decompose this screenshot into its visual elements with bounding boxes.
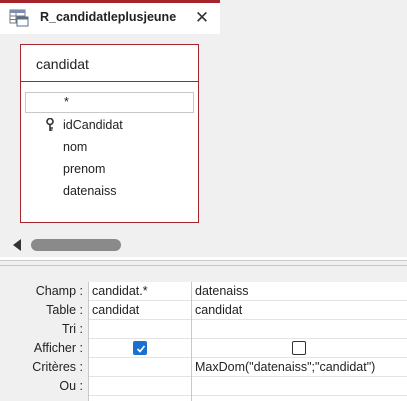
cell-criteres[interactable]: MaxDom("datenaiss";"candidat") bbox=[192, 358, 407, 377]
show-checkbox-unchecked[interactable] bbox=[292, 341, 306, 355]
row-label-champ: Champ : bbox=[35, 284, 83, 298]
field-nom[interactable]: nom bbox=[25, 137, 194, 158]
cell-tri[interactable] bbox=[89, 320, 191, 339]
query-grid: Champ : Table : Tri : Afficher : Critère… bbox=[0, 266, 407, 401]
primary-key-icon bbox=[45, 117, 55, 132]
cell-afficher bbox=[89, 339, 191, 358]
row-label-ou: Ou : bbox=[59, 379, 83, 393]
field-label: nom bbox=[63, 140, 88, 154]
row-label-criteres: Critères : bbox=[32, 360, 83, 374]
tab-query[interactable]: R_candidatleplusjeune ✕ bbox=[0, 0, 220, 34]
query-design-area: candidat * idCandidat nom prenom datenai… bbox=[0, 34, 407, 233]
cell-table[interactable]: candidat bbox=[89, 301, 191, 320]
cell-champ[interactable]: datenaiss bbox=[192, 282, 407, 301]
table-name: candidat bbox=[36, 56, 89, 72]
grid-row-labels: Champ : Table : Tri : Afficher : Critère… bbox=[0, 282, 88, 396]
cell-criteres[interactable] bbox=[89, 358, 191, 377]
field-label: idCandidat bbox=[63, 118, 123, 132]
field-all-columns[interactable]: * bbox=[25, 92, 194, 113]
field-idcandidat[interactable]: idCandidat bbox=[25, 115, 194, 136]
grid-column-1: candidat.* candidat bbox=[88, 282, 191, 401]
field-prenom[interactable]: prenom bbox=[25, 159, 194, 180]
field-label: prenom bbox=[63, 162, 106, 176]
row-label-afficher: Afficher : bbox=[33, 341, 83, 355]
cell-champ[interactable]: candidat.* bbox=[89, 282, 191, 301]
tab-title: R_candidatleplusjeune bbox=[40, 10, 177, 24]
cell-ou[interactable] bbox=[192, 377, 407, 396]
field-datenaiss[interactable]: datenaiss bbox=[25, 181, 194, 202]
cell-ou[interactable] bbox=[89, 377, 191, 396]
row-label-tri: Tri : bbox=[61, 322, 83, 336]
tab-strip: R_candidatleplusjeune ✕ bbox=[0, 0, 407, 34]
close-icon[interactable]: ✕ bbox=[190, 6, 214, 30]
horizontal-scrollbar[interactable] bbox=[0, 233, 407, 257]
scroll-left-arrow-icon[interactable] bbox=[10, 238, 24, 252]
field-label: datenaiss bbox=[63, 184, 117, 198]
table-title-bar[interactable]: candidat bbox=[21, 45, 198, 82]
show-checkbox-checked[interactable] bbox=[133, 341, 147, 355]
row-label-table: Table : bbox=[46, 303, 83, 317]
field-label: * bbox=[64, 95, 69, 109]
query-datasheet-icon bbox=[8, 9, 30, 27]
cell-table[interactable]: candidat bbox=[192, 301, 407, 320]
grid-column-2: datenaiss candidat MaxDom("datenaiss";"c… bbox=[191, 282, 407, 401]
table-box-candidat[interactable]: candidat * idCandidat nom prenom datenai… bbox=[20, 44, 199, 223]
cell-afficher bbox=[192, 339, 407, 358]
cell-tri[interactable] bbox=[192, 320, 407, 339]
scroll-thumb[interactable] bbox=[31, 239, 121, 251]
